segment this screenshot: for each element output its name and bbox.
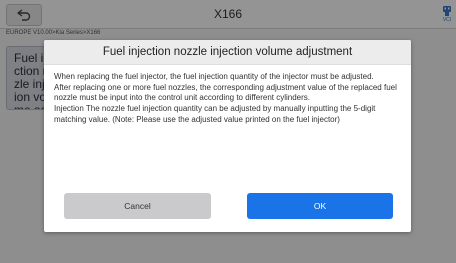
app-screen: X166 VCI EUROPE V10.00>Kia Series>X166 F… bbox=[0, 0, 456, 263]
dialog-message: When replacing the fuel injector, the fu… bbox=[44, 65, 411, 126]
dialog-paragraph: Injection The nozzle fuel injection quan… bbox=[54, 104, 376, 124]
ok-button[interactable]: OK bbox=[247, 193, 393, 219]
info-dialog: Fuel injection nozzle injection volume a… bbox=[44, 40, 411, 232]
dialog-paragraph: After replacing one or more fuel nozzles… bbox=[54, 82, 397, 103]
dialog-paragraph: When replacing the fuel injector, the fu… bbox=[54, 72, 374, 81]
cancel-button[interactable]: Cancel bbox=[64, 193, 211, 219]
dialog-title: Fuel injection nozzle injection volume a… bbox=[44, 40, 411, 65]
